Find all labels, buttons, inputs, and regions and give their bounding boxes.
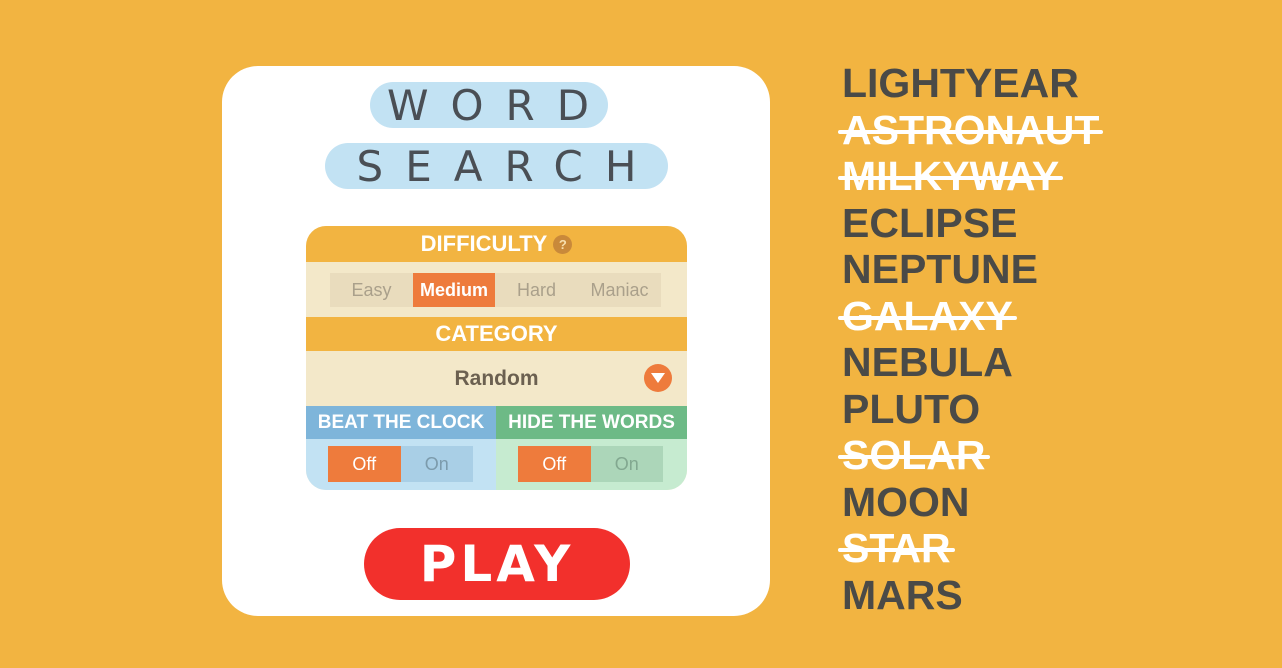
- word-item: GALAXY: [838, 293, 1142, 340]
- category-value: Random: [454, 366, 539, 390]
- beat-the-clock-off-button[interactable]: Off: [328, 446, 401, 482]
- word-item: ECLIPSE: [842, 200, 1142, 247]
- strikethrough-line: [838, 129, 1103, 134]
- word-text: MARS: [842, 571, 963, 618]
- word-item: STAR: [838, 525, 1142, 572]
- word-item: ASTRONAUT: [838, 107, 1142, 154]
- word-text: MOON: [842, 478, 970, 525]
- word-item: MARS: [842, 572, 1142, 619]
- beat-the-clock-heading: BEAT THE CLOCK: [306, 406, 496, 439]
- difficulty-medium-button[interactable]: Medium: [413, 273, 495, 307]
- strikethrough-line: [838, 315, 1017, 320]
- menu-card: WORD SEARCH DIFFICULTY ? Easy Medium Har…: [222, 66, 770, 616]
- hide-the-words-toggle[interactable]: Off On: [518, 446, 663, 482]
- word-text: NEBULA: [842, 339, 1013, 385]
- word-item: NEBULA: [842, 339, 1142, 386]
- hide-the-words-off-button[interactable]: Off: [518, 446, 591, 482]
- category-header: CATEGORY: [306, 317, 687, 351]
- strikethrough-line: [838, 455, 990, 459]
- beat-the-clock-option: BEAT THE CLOCK Off On: [306, 406, 496, 490]
- beat-the-clock-on-button[interactable]: On: [400, 446, 473, 482]
- hide-the-words-on-button[interactable]: On: [590, 446, 663, 482]
- strikethrough-line: [838, 548, 955, 552]
- word-item: PLUTO: [842, 386, 1142, 433]
- difficulty-easy-button[interactable]: Easy: [330, 273, 413, 307]
- hide-the-words-option: HIDE THE WORDS Off On: [496, 406, 687, 490]
- word-item: MILKYWAY: [838, 153, 1142, 200]
- play-button[interactable]: PLAY: [364, 528, 630, 600]
- word-item: NEPTUNE: [842, 246, 1142, 293]
- word-text: PLUTO: [842, 385, 981, 432]
- beat-the-clock-toggle[interactable]: Off On: [328, 446, 473, 482]
- title-word: WORD: [370, 81, 608, 130]
- difficulty-hard-button[interactable]: Hard: [495, 273, 578, 307]
- word-text: NEPTUNE: [842, 246, 1038, 292]
- word-list: LIGHTYEAR ASTRONAUT MILKYWAY ECLIPSE NEP…: [838, 60, 1142, 619]
- title-search: SEARCH: [325, 142, 668, 191]
- word-text: LIGHTYEAR: [842, 60, 1079, 106]
- difficulty-heading: DIFFICULTY: [420, 231, 548, 256]
- settings-panel: DIFFICULTY ? Easy Medium Hard Maniac CAT…: [306, 226, 687, 490]
- strikethrough-line: [838, 176, 1063, 180]
- hide-the-words-heading: HIDE THE WORDS: [496, 406, 687, 439]
- difficulty-maniac-button[interactable]: Maniac: [578, 273, 661, 307]
- help-icon[interactable]: ?: [553, 234, 573, 254]
- word-text: ECLIPSE: [842, 199, 1018, 246]
- word-item: MOON: [842, 479, 1142, 526]
- chevron-down-icon[interactable]: [644, 364, 672, 392]
- difficulty-selector: Easy Medium Hard Maniac: [330, 273, 661, 307]
- category-select[interactable]: Random: [306, 351, 687, 406]
- word-item: SOLAR: [838, 432, 1142, 479]
- difficulty-header: DIFFICULTY ?: [306, 226, 687, 262]
- word-item: LIGHTYEAR: [842, 60, 1142, 107]
